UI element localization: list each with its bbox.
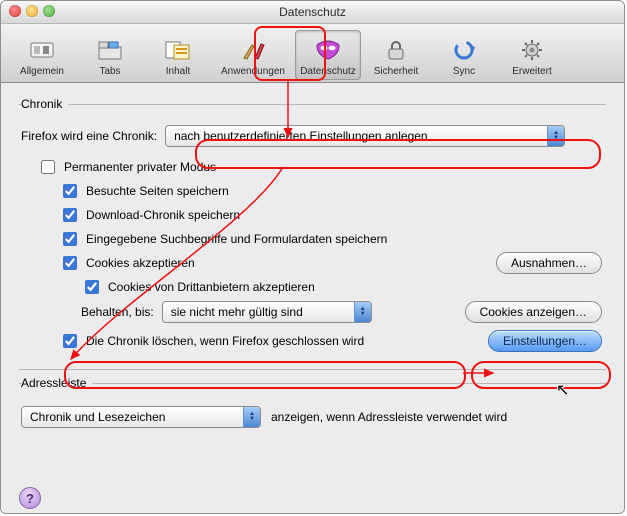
content-icon xyxy=(164,36,192,64)
remember-pages-input[interactable] xyxy=(63,184,77,198)
private-mode-label: Permanenter privater Modus xyxy=(64,160,216,174)
accept-cookies-checkbox[interactable]: Cookies akzeptieren xyxy=(59,253,195,273)
lock-icon xyxy=(382,36,410,64)
settings-button[interactable]: Einstellungen… xyxy=(488,330,602,352)
tab-privacy[interactable]: Datenschutz xyxy=(295,30,361,80)
preferences-window: Datenschutz Allgemein Tabs Inhalt Anwen xyxy=(0,0,625,514)
zoom-window-button[interactable] xyxy=(43,5,55,17)
remember-forms-input[interactable] xyxy=(63,232,77,246)
help-button[interactable]: ? xyxy=(19,487,41,509)
addressbar-select[interactable]: Chronik und Lesezeichen ▲▼ xyxy=(21,406,261,428)
exceptions-button[interactable]: Ausnahmen… xyxy=(496,252,602,274)
private-mode-checkbox[interactable]: Permanenter privater Modus xyxy=(37,157,216,177)
tab-label: Sync xyxy=(453,66,475,77)
third-party-input[interactable] xyxy=(85,280,99,294)
gear-icon xyxy=(518,36,546,64)
window-title: Datenschutz xyxy=(279,5,346,19)
remember-pages-checkbox[interactable]: Besuchte Seiten speichern xyxy=(59,181,229,201)
show-cookies-label: Cookies anzeigen… xyxy=(480,305,587,319)
switch-icon xyxy=(28,36,56,64)
select-arrows-icon: ▲▼ xyxy=(243,407,260,427)
private-mode-input[interactable] xyxy=(41,160,55,174)
remember-pages-label: Besuchte Seiten speichern xyxy=(86,184,229,198)
window-controls xyxy=(9,5,55,17)
accept-cookies-label: Cookies akzeptieren xyxy=(86,256,195,270)
third-party-label: Cookies von Drittanbietern akzeptieren xyxy=(108,280,315,294)
select-arrows-icon: ▲▼ xyxy=(354,302,371,322)
titlebar: Datenschutz xyxy=(1,1,624,24)
history-mode-value: nach benutzerdefinierten Einstellungen a… xyxy=(174,129,428,143)
remember-downloads-input[interactable] xyxy=(63,208,77,222)
accept-cookies-input[interactable] xyxy=(63,256,77,270)
clear-on-close-label: Die Chronik löschen, wenn Firefox geschl… xyxy=(86,334,364,348)
clear-on-close-input[interactable] xyxy=(63,334,77,348)
tab-applications[interactable]: Anwendungen xyxy=(213,30,293,80)
tab-label: Inhalt xyxy=(166,66,190,77)
addressbar-legend: Adressleiste xyxy=(21,376,92,390)
minimize-window-button[interactable] xyxy=(26,5,38,17)
remember-downloads-checkbox[interactable]: Download-Chronik speichern xyxy=(59,205,240,225)
tab-label: Tabs xyxy=(99,66,120,77)
keep-until-select[interactable]: sie nicht mehr gültig sind ▲▼ xyxy=(162,301,372,323)
tab-label: Erweitert xyxy=(512,66,551,77)
keep-until-label: Behalten, bis: xyxy=(81,305,154,319)
tab-general[interactable]: Allgemein xyxy=(9,30,75,80)
tabs-icon xyxy=(96,36,124,64)
remember-forms-label: Eingegebene Suchbegriffe und Formulardat… xyxy=(86,232,387,246)
tab-tabs[interactable]: Tabs xyxy=(77,30,143,80)
tab-security[interactable]: Sicherheit xyxy=(363,30,429,80)
remember-forms-checkbox[interactable]: Eingegebene Suchbegriffe und Formulardat… xyxy=(59,229,387,249)
select-arrows-icon: ▲▼ xyxy=(547,126,564,146)
close-window-button[interactable] xyxy=(9,5,21,17)
remember-downloads-label: Download-Chronik speichern xyxy=(86,208,240,222)
sync-icon xyxy=(450,36,478,64)
history-legend: Chronik xyxy=(21,97,68,111)
exceptions-button-label: Ausnahmen… xyxy=(511,256,587,270)
history-group: Chronik Firefox wird eine Chronik: nach … xyxy=(19,97,606,370)
addressbar-group: Adressleiste Chronik und Lesezeichen ▲▼ … xyxy=(19,376,606,438)
tab-label: Anwendungen xyxy=(221,66,285,77)
clear-on-close-checkbox[interactable]: Die Chronik löschen, wenn Firefox geschl… xyxy=(59,331,364,351)
mask-icon xyxy=(314,36,342,64)
content-area: Chronik Firefox wird eine Chronik: nach … xyxy=(1,83,624,514)
keep-until-value: sie nicht mehr gültig sind xyxy=(171,305,303,319)
preferences-toolbar: Allgemein Tabs Inhalt Anwendungen Datens… xyxy=(1,24,624,83)
tab-label: Sicherheit xyxy=(374,66,418,77)
tools-icon xyxy=(239,36,267,64)
history-mode-label: Firefox wird eine Chronik: xyxy=(21,129,157,143)
tab-advanced[interactable]: Erweitert xyxy=(499,30,565,80)
addressbar-select-value: Chronik und Lesezeichen xyxy=(30,410,165,424)
tab-sync[interactable]: Sync xyxy=(431,30,497,80)
history-mode-select[interactable]: nach benutzerdefinierten Einstellungen a… xyxy=(165,125,565,147)
tab-label: Allgemein xyxy=(20,66,64,77)
help-icon: ? xyxy=(26,491,34,506)
addressbar-suffix: anzeigen, wenn Adressleiste verwendet wi… xyxy=(271,410,507,424)
settings-button-label: Einstellungen… xyxy=(503,334,587,348)
tab-label: Datenschutz xyxy=(300,66,356,77)
third-party-checkbox[interactable]: Cookies von Drittanbietern akzeptieren xyxy=(81,277,315,297)
tab-content[interactable]: Inhalt xyxy=(145,30,211,80)
show-cookies-button[interactable]: Cookies anzeigen… xyxy=(465,301,602,323)
